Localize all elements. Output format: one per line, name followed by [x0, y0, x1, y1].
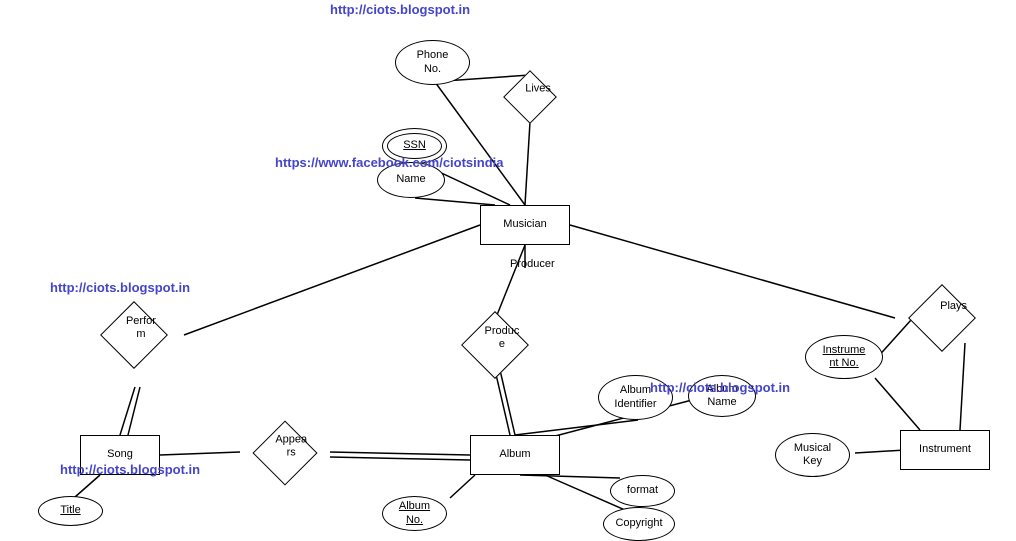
song-entity: Song — [80, 435, 160, 475]
album-name-label: AlbumName — [706, 383, 737, 409]
perform-label: Perform — [126, 315, 156, 340]
album-no-label: AlbumNo. — [399, 500, 430, 526]
song-label: Song — [107, 448, 133, 461]
format-attribute: format — [610, 475, 675, 507]
instrument-entity: Instrument — [900, 430, 990, 470]
appears-label: Appears — [275, 434, 307, 459]
instrument-no-attribute: Instrument No. — [805, 335, 883, 379]
album-identifier-label: AlbumIdentifier — [614, 384, 656, 410]
perform-relationship: Perform — [84, 303, 184, 367]
phone-no-label: PhoneNo. — [417, 49, 449, 75]
ssn-label: SSN — [403, 139, 426, 152]
album-label: Album — [499, 448, 530, 461]
album-name-attribute: AlbumName — [688, 375, 756, 417]
musical-key-attribute: MusicalKey — [775, 433, 850, 477]
album-no-attribute: AlbumNo. — [382, 496, 447, 531]
instrument-label: Instrument — [919, 443, 971, 456]
instrument-no-label: Instrument No. — [823, 344, 866, 370]
album-identifier-attribute: AlbumIdentifier — [598, 375, 673, 420]
lives-relationship: Lives — [503, 70, 557, 124]
watermark-1: http://ciots.blogspot.in — [330, 2, 470, 17]
musician-entity: Musician — [480, 205, 570, 245]
er-diagram: http://ciots.blogspot.in https://www.fac… — [0, 0, 1016, 534]
watermark-3: http://ciots.blogspot.in — [50, 280, 190, 295]
copyright-label: Copyright — [615, 517, 662, 530]
plays-label: Plays — [940, 300, 967, 312]
musician-label: Musician — [503, 218, 546, 231]
musical-key-label: MusicalKey — [794, 442, 831, 468]
appears-relationship: Appears — [237, 422, 333, 484]
producer-label: Producer — [510, 258, 555, 270]
phone-no-attribute: PhoneNo. — [395, 40, 470, 85]
plays-relationship: Plays — [892, 286, 992, 351]
copyright-attribute: Copyright — [603, 507, 675, 541]
name-attribute: Name — [377, 162, 445, 198]
ssn-attribute: SSN — [382, 128, 447, 164]
produce-label: Produce — [485, 325, 520, 350]
name-label: Name — [396, 173, 425, 186]
album-entity: Album — [470, 435, 560, 475]
format-label: format — [627, 484, 658, 497]
lives-label: Lives — [525, 82, 551, 94]
title-attribute: Title — [38, 496, 103, 526]
produce-relationship: Produce — [445, 313, 545, 377]
title-label: Title — [60, 504, 80, 517]
